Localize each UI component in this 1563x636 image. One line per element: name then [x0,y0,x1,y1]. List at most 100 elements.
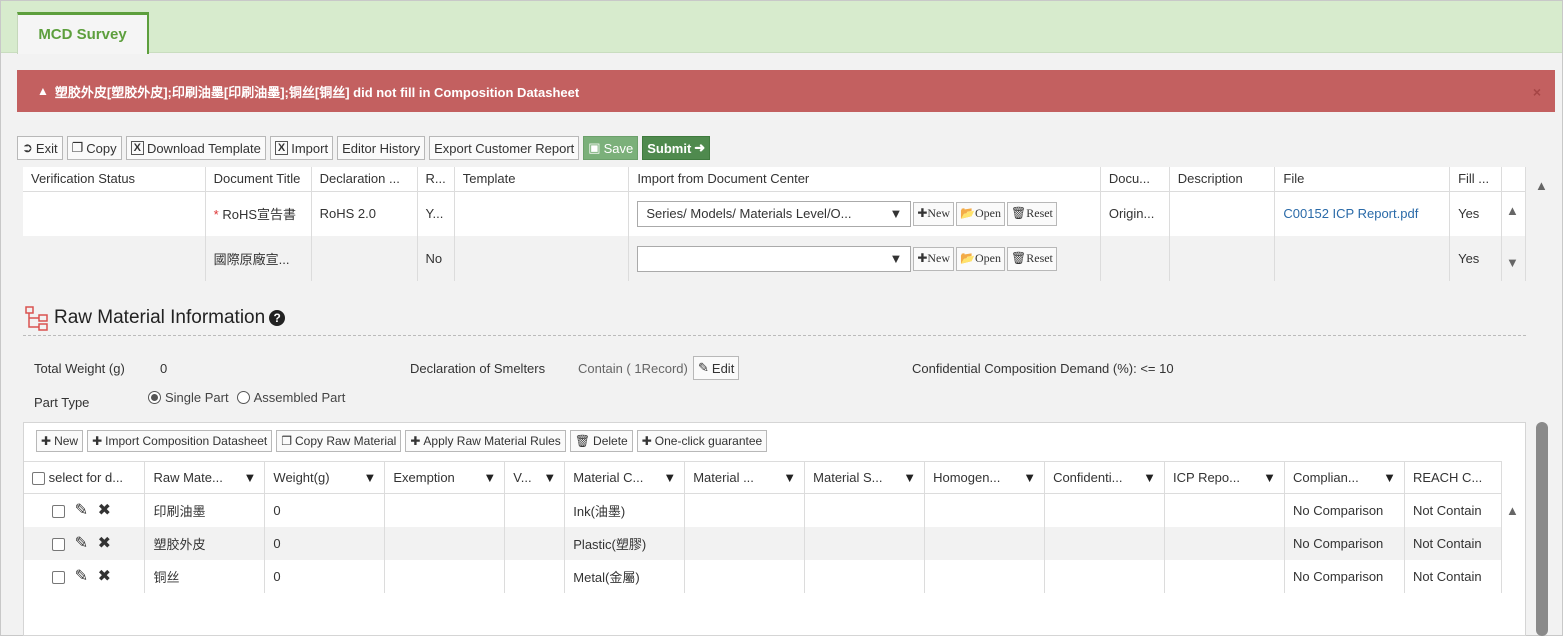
dropdown-caret-icon: ▼ [889,251,903,266]
scroll-up-icon[interactable]: ▲ [1506,203,1519,218]
exit-button[interactable]: ➲ Exit [17,136,63,160]
plus-icon: ✚ [92,434,103,448]
row-checkbox[interactable] [52,505,65,519]
table-row: ✎ ✖ 塑胶外皮 0 Plastic(塑膠) No Comparison Not… [24,526,1503,560]
delete-x-icon[interactable]: ✖ [98,535,111,552]
import-select[interactable]: Series/ Models/ Materials Level/O... ▼ [637,200,912,227]
col-document-title: Document Title [205,167,312,192]
row-checkbox[interactable] [52,571,65,585]
pencil-icon[interactable]: ✎ [75,568,88,585]
folder-open-icon: 📂 [960,251,975,265]
folder-open-icon: 📂 [960,206,975,221]
filter-icon[interactable]: ▼ [363,470,376,485]
row-checkbox[interactable] [52,538,65,552]
filter-icon[interactable]: ▼ [543,470,556,485]
col-homogeneous: Homogen... ▼ [924,461,1046,494]
col-fill: Fill ... [1449,167,1503,192]
part-type-radios: Single Part Assembled Part [148,390,345,405]
arrow-right-icon: ➜ [694,140,706,155]
warning-icon: ▲ [37,84,49,98]
single-part-radio[interactable] [148,391,161,404]
scroll-up-icon[interactable]: ▲ [1535,178,1548,193]
filter-icon[interactable]: ▼ [903,470,916,485]
col-compliance: Complian... ▼ [1284,461,1405,494]
filter-icon[interactable]: ▼ [483,470,496,485]
exit-icon: ➲ [22,140,33,155]
document-table: Verification Status Document Title Decla… [23,167,1526,281]
col-declaration: Declaration ... [311,167,418,192]
total-weight-value: 0 [160,361,168,376]
import-cd-button[interactable]: ✚ Import Composition Datasheet [87,430,273,452]
scroll-up-icon[interactable]: ▲ [1506,503,1519,518]
copy-icon: ❐ [281,434,292,448]
select-all-checkbox[interactable] [32,472,45,486]
col-reach: REACH C... [1404,461,1503,494]
raw-material-toolbar: ✚ New ✚ Import Composition Datasheet ❐ Copy… [36,430,768,452]
assembled-part-radio[interactable] [236,391,250,404]
vertical-scrollbar[interactable] [1536,422,1548,636]
new-doc-button[interactable]: ✚ New [913,246,955,271]
scroll-down-icon[interactable]: ▼ [1506,255,1519,270]
col-select: select for d... [24,461,146,494]
import-select[interactable]: ▼ [637,245,912,272]
filter-icon[interactable]: ▼ [1023,470,1036,485]
file-link[interactable]: C00152 ICP Report.pdf [1283,206,1418,221]
trash-icon: 🗑 [574,434,591,448]
col-file: File [1274,167,1451,192]
pencil-icon[interactable]: ✎ [75,502,88,519]
col-template: Template [454,167,630,192]
filter-icon[interactable]: ▼ [1143,470,1156,485]
delete-material-button[interactable]: 🗑 Delete [569,430,633,452]
confidential-demand: Confidential Composition Demand (%): <= … [912,361,1174,376]
import-button[interactable]: X Import [269,136,334,160]
download-template-button[interactable]: X Download Template [125,136,266,160]
section-divider [23,335,1526,336]
raw-material-table: select for d... Raw Mate... ▼ Weight(g) ▼ … [24,461,1503,593]
new-doc-button[interactable]: ✚ New [913,201,955,226]
save-button[interactable]: ▣ Save [583,136,639,160]
copy-raw-material-button[interactable]: ❐ Copy Raw Material [276,430,402,452]
col-weight: Weight(g) ▼ [264,461,386,494]
dropdown-caret-icon: ▼ [889,206,903,222]
alert-message: 塑胶外皮[塑胶外皮];印刷油墨[印刷油墨];铜丝[铜丝] did not fil… [54,84,580,100]
delete-x-icon[interactable]: ✖ [98,502,111,519]
hierarchy-icon [25,306,48,331]
col-material: Material ... ▼ [684,461,806,494]
table-row: * RoHS宣告書 RoHS 2.0 Y... Series/ Models/ … [23,191,1526,236]
export-customer-report-button[interactable]: Export Customer Report [429,136,580,160]
new-material-button[interactable]: ✚ New [36,430,84,452]
edit-icon: ✎ [698,360,709,375]
apply-rules-button[interactable]: ✚ Apply Raw Material Rules [405,430,566,452]
plus-icon: ✚ [917,206,928,221]
filter-icon[interactable]: ▼ [1263,470,1276,485]
open-doc-button[interactable]: 📂 Open [956,201,1005,226]
reset-doc-button[interactable]: 🗑 Reset [1007,246,1057,271]
open-doc-button[interactable]: 📂 Open [956,246,1005,271]
total-weight-label: Total Weight (g) [34,361,125,376]
col-raw-material: Raw Mate... ▼ [144,461,266,494]
filter-icon[interactable]: ▼ [244,470,257,485]
plus-icon: ✚ [410,434,421,448]
one-click-guarantee-button[interactable]: ✚ One-click guarantee [636,430,768,452]
help-icon[interactable]: ? [269,310,286,326]
smelters-edit-button[interactable]: ✎ Edit [693,356,740,380]
editor-history-button[interactable]: Editor History [337,136,426,160]
submit-button[interactable]: Submit ➜ [642,136,711,160]
alert-close-icon[interactable]: × [1533,84,1541,100]
tab-mcd-survey[interactable]: MCD Survey [17,12,149,54]
col-import-doc-center: Import from Document Center [628,167,1101,192]
table-row: ✎ ✖ 印刷油墨 0 Ink(油墨) No Comparison Not Con… [24,493,1503,527]
filter-icon[interactable]: ▼ [663,470,676,485]
col-description: Description [1169,167,1276,192]
trash-icon: 🗑 [1011,206,1027,221]
pencil-icon[interactable]: ✎ [75,535,88,552]
copy-button[interactable]: ❐ Copy [66,136,122,160]
col-verification-status: Verification Status [23,167,206,192]
col-v: V... ▼ [504,461,566,494]
filter-icon[interactable]: ▼ [1383,470,1396,485]
trash-icon: 🗑 [1011,251,1027,265]
reset-doc-button[interactable]: 🗑 Reset [1007,201,1057,226]
delete-x-icon[interactable]: ✖ [98,568,111,585]
filter-icon[interactable]: ▼ [783,470,796,485]
excel-icon: X [130,141,144,155]
